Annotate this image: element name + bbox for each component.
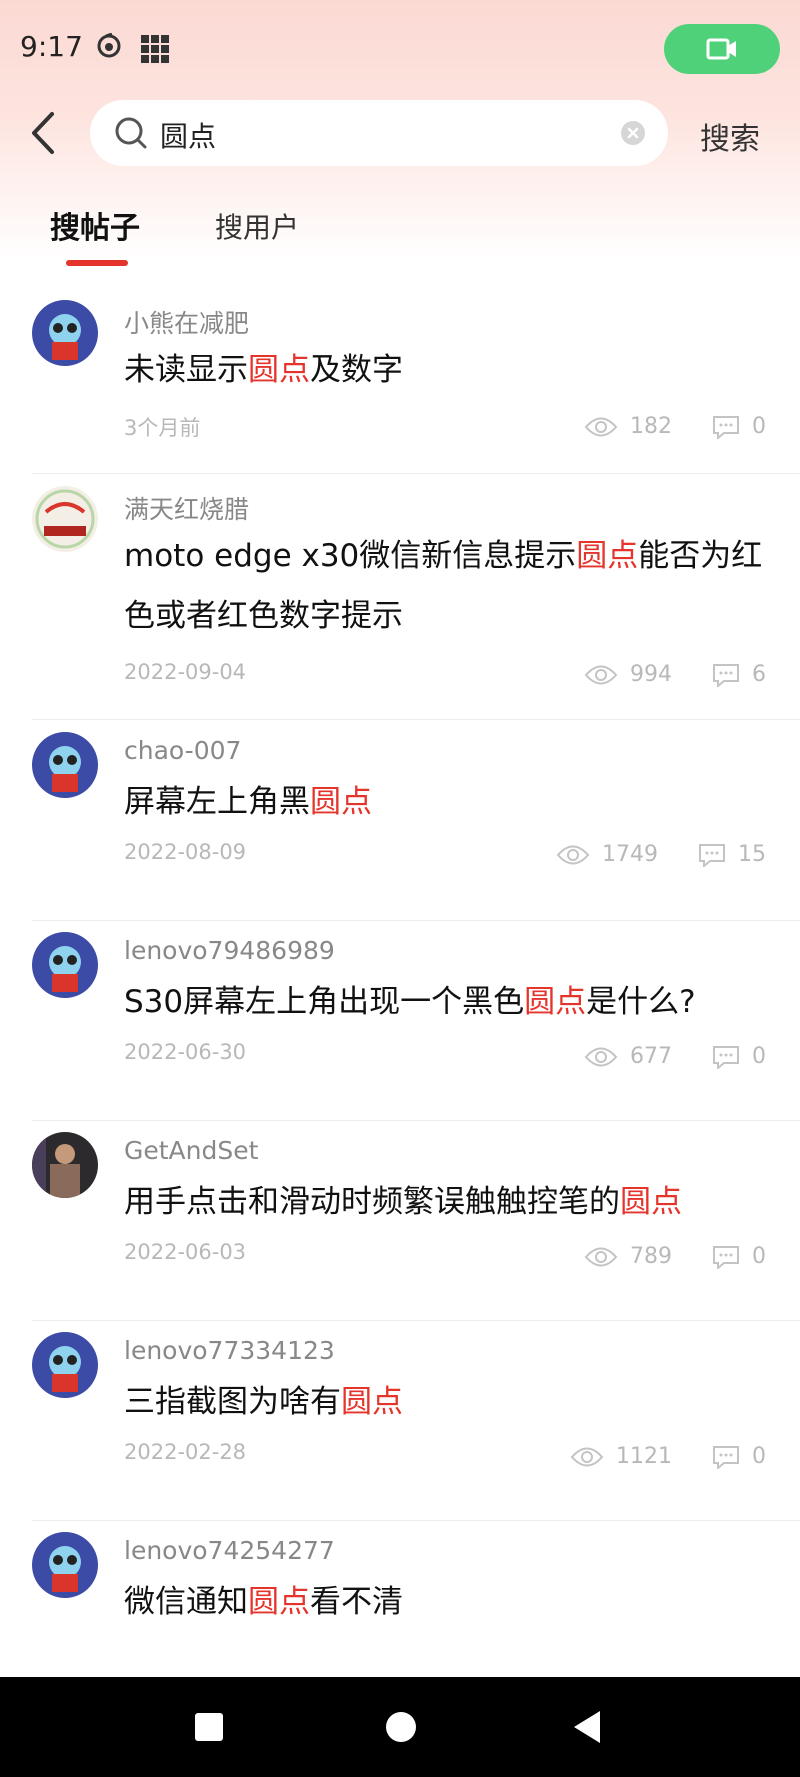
eye-icon — [584, 1047, 618, 1066]
eye-icon — [570, 1447, 604, 1466]
search-button[interactable]: 搜索 — [700, 114, 760, 158]
divider — [32, 1120, 800, 1121]
post-date: 2022-08-09 — [124, 840, 247, 864]
comment-count: 0 — [752, 1244, 766, 1269]
eye-icon — [584, 1247, 618, 1266]
post-title[interactable]: 用手点击和滑动时频繁误触触控笔的圆点 — [124, 1172, 764, 1232]
post-username: chao-007 — [124, 736, 242, 765]
keyword-highlight: 圆点 — [310, 784, 372, 820]
keyword-highlight: 圆点 — [576, 538, 639, 574]
post-title[interactable]: 未读显示圆点及数字 — [124, 340, 764, 400]
eye-icon — [584, 665, 618, 684]
divider — [32, 1320, 800, 1321]
comment-count: 0 — [752, 1444, 766, 1469]
comment-icon — [713, 1445, 739, 1469]
comment-icon — [699, 843, 725, 867]
video-call-button[interactable] — [664, 24, 780, 74]
divider — [32, 719, 800, 720]
post-date: 3个月前 — [124, 416, 201, 440]
tab-users[interactable]: 搜用户 — [215, 206, 299, 246]
avatar — [32, 486, 98, 552]
avatar — [32, 1132, 98, 1198]
home-button[interactable] — [386, 1712, 416, 1742]
avatar — [32, 300, 98, 366]
post-username: GetAndSet — [124, 1136, 259, 1165]
keyword-highlight: 圆点 — [620, 1184, 682, 1220]
view-count: 1121 — [616, 1444, 672, 1469]
clear-icon[interactable] — [620, 120, 646, 146]
comment-icon — [713, 663, 739, 687]
keyword-highlight: 圆点 — [341, 1384, 403, 1420]
post-title[interactable]: S30屏幕左上角出现一个黑色圆点是什么? — [124, 972, 764, 1032]
comment-count: 0 — [752, 1044, 766, 1069]
avatar — [32, 1332, 98, 1398]
post-date: 2022-06-30 — [124, 1040, 247, 1064]
post-username: 小熊在减肥 — [124, 309, 250, 338]
keyword-highlight: 圆点 — [248, 1584, 310, 1620]
post-stats: 677 0 — [584, 1044, 766, 1069]
avatar — [32, 932, 98, 998]
view-count: 789 — [630, 1244, 672, 1269]
comment-count: 0 — [752, 414, 766, 439]
post-stats: 789 0 — [584, 1244, 766, 1269]
recent-apps-button[interactable] — [195, 1713, 223, 1741]
view-count: 182 — [630, 414, 672, 439]
comment-count: 15 — [738, 842, 766, 867]
eye-icon — [584, 417, 618, 436]
avatar — [32, 732, 98, 798]
post-stats: 182 0 — [584, 414, 766, 439]
comment-icon — [713, 415, 739, 439]
avatar — [32, 1532, 98, 1598]
post-title[interactable]: moto edge x30微信新信息提示圆点能否为红色或者红色数字提示 — [124, 526, 764, 646]
comment-icon — [713, 1045, 739, 1069]
divider — [32, 920, 800, 921]
post-title[interactable]: 三指截图为啥有圆点 — [124, 1372, 764, 1432]
nav-back-icon[interactable] — [572, 1709, 602, 1745]
search-input[interactable]: 圆点 — [90, 100, 668, 166]
post-username: lenovo77334123 — [124, 1336, 335, 1365]
video-camera-icon — [706, 38, 736, 60]
view-count: 677 — [630, 1044, 672, 1069]
active-tab-indicator — [66, 260, 128, 266]
post-date: 2022-09-04 — [124, 660, 247, 684]
post-title[interactable]: 微信通知圆点看不清 — [124, 1572, 764, 1632]
post-date: 2022-02-28 — [124, 1440, 247, 1464]
comment-icon — [713, 1245, 739, 1269]
hotspot-icon — [97, 33, 121, 58]
post-username: lenovo74254277 — [124, 1536, 335, 1565]
post-title[interactable]: 屏幕左上角黑圆点 — [124, 772, 764, 832]
view-count: 1749 — [602, 842, 658, 867]
status-bar: 9:17 — [0, 0, 800, 100]
comment-count: 6 — [752, 662, 766, 687]
divider — [32, 1520, 800, 1521]
system-navigation-bar — [0, 1677, 800, 1777]
search-icon — [115, 117, 147, 149]
keyword-highlight: 圆点 — [248, 352, 310, 388]
post-stats: 994 6 — [584, 662, 766, 687]
keyword-highlight: 圆点 — [524, 984, 587, 1020]
post-stats: 1121 0 — [570, 1444, 766, 1469]
eye-icon — [556, 845, 590, 864]
back-icon[interactable] — [26, 110, 62, 156]
post-stats: 1749 15 — [556, 842, 766, 867]
post-username: 满天红烧腊 — [124, 495, 250, 524]
divider — [32, 473, 800, 474]
post-date: 2022-06-03 — [124, 1240, 247, 1264]
tab-posts[interactable]: 搜帖子 — [50, 203, 140, 247]
search-query: 圆点 — [160, 120, 217, 153]
status-time: 9:17 — [20, 30, 83, 63]
post-username: lenovo79486989 — [124, 936, 335, 965]
view-count: 994 — [630, 662, 672, 687]
grid-icon — [141, 35, 169, 63]
